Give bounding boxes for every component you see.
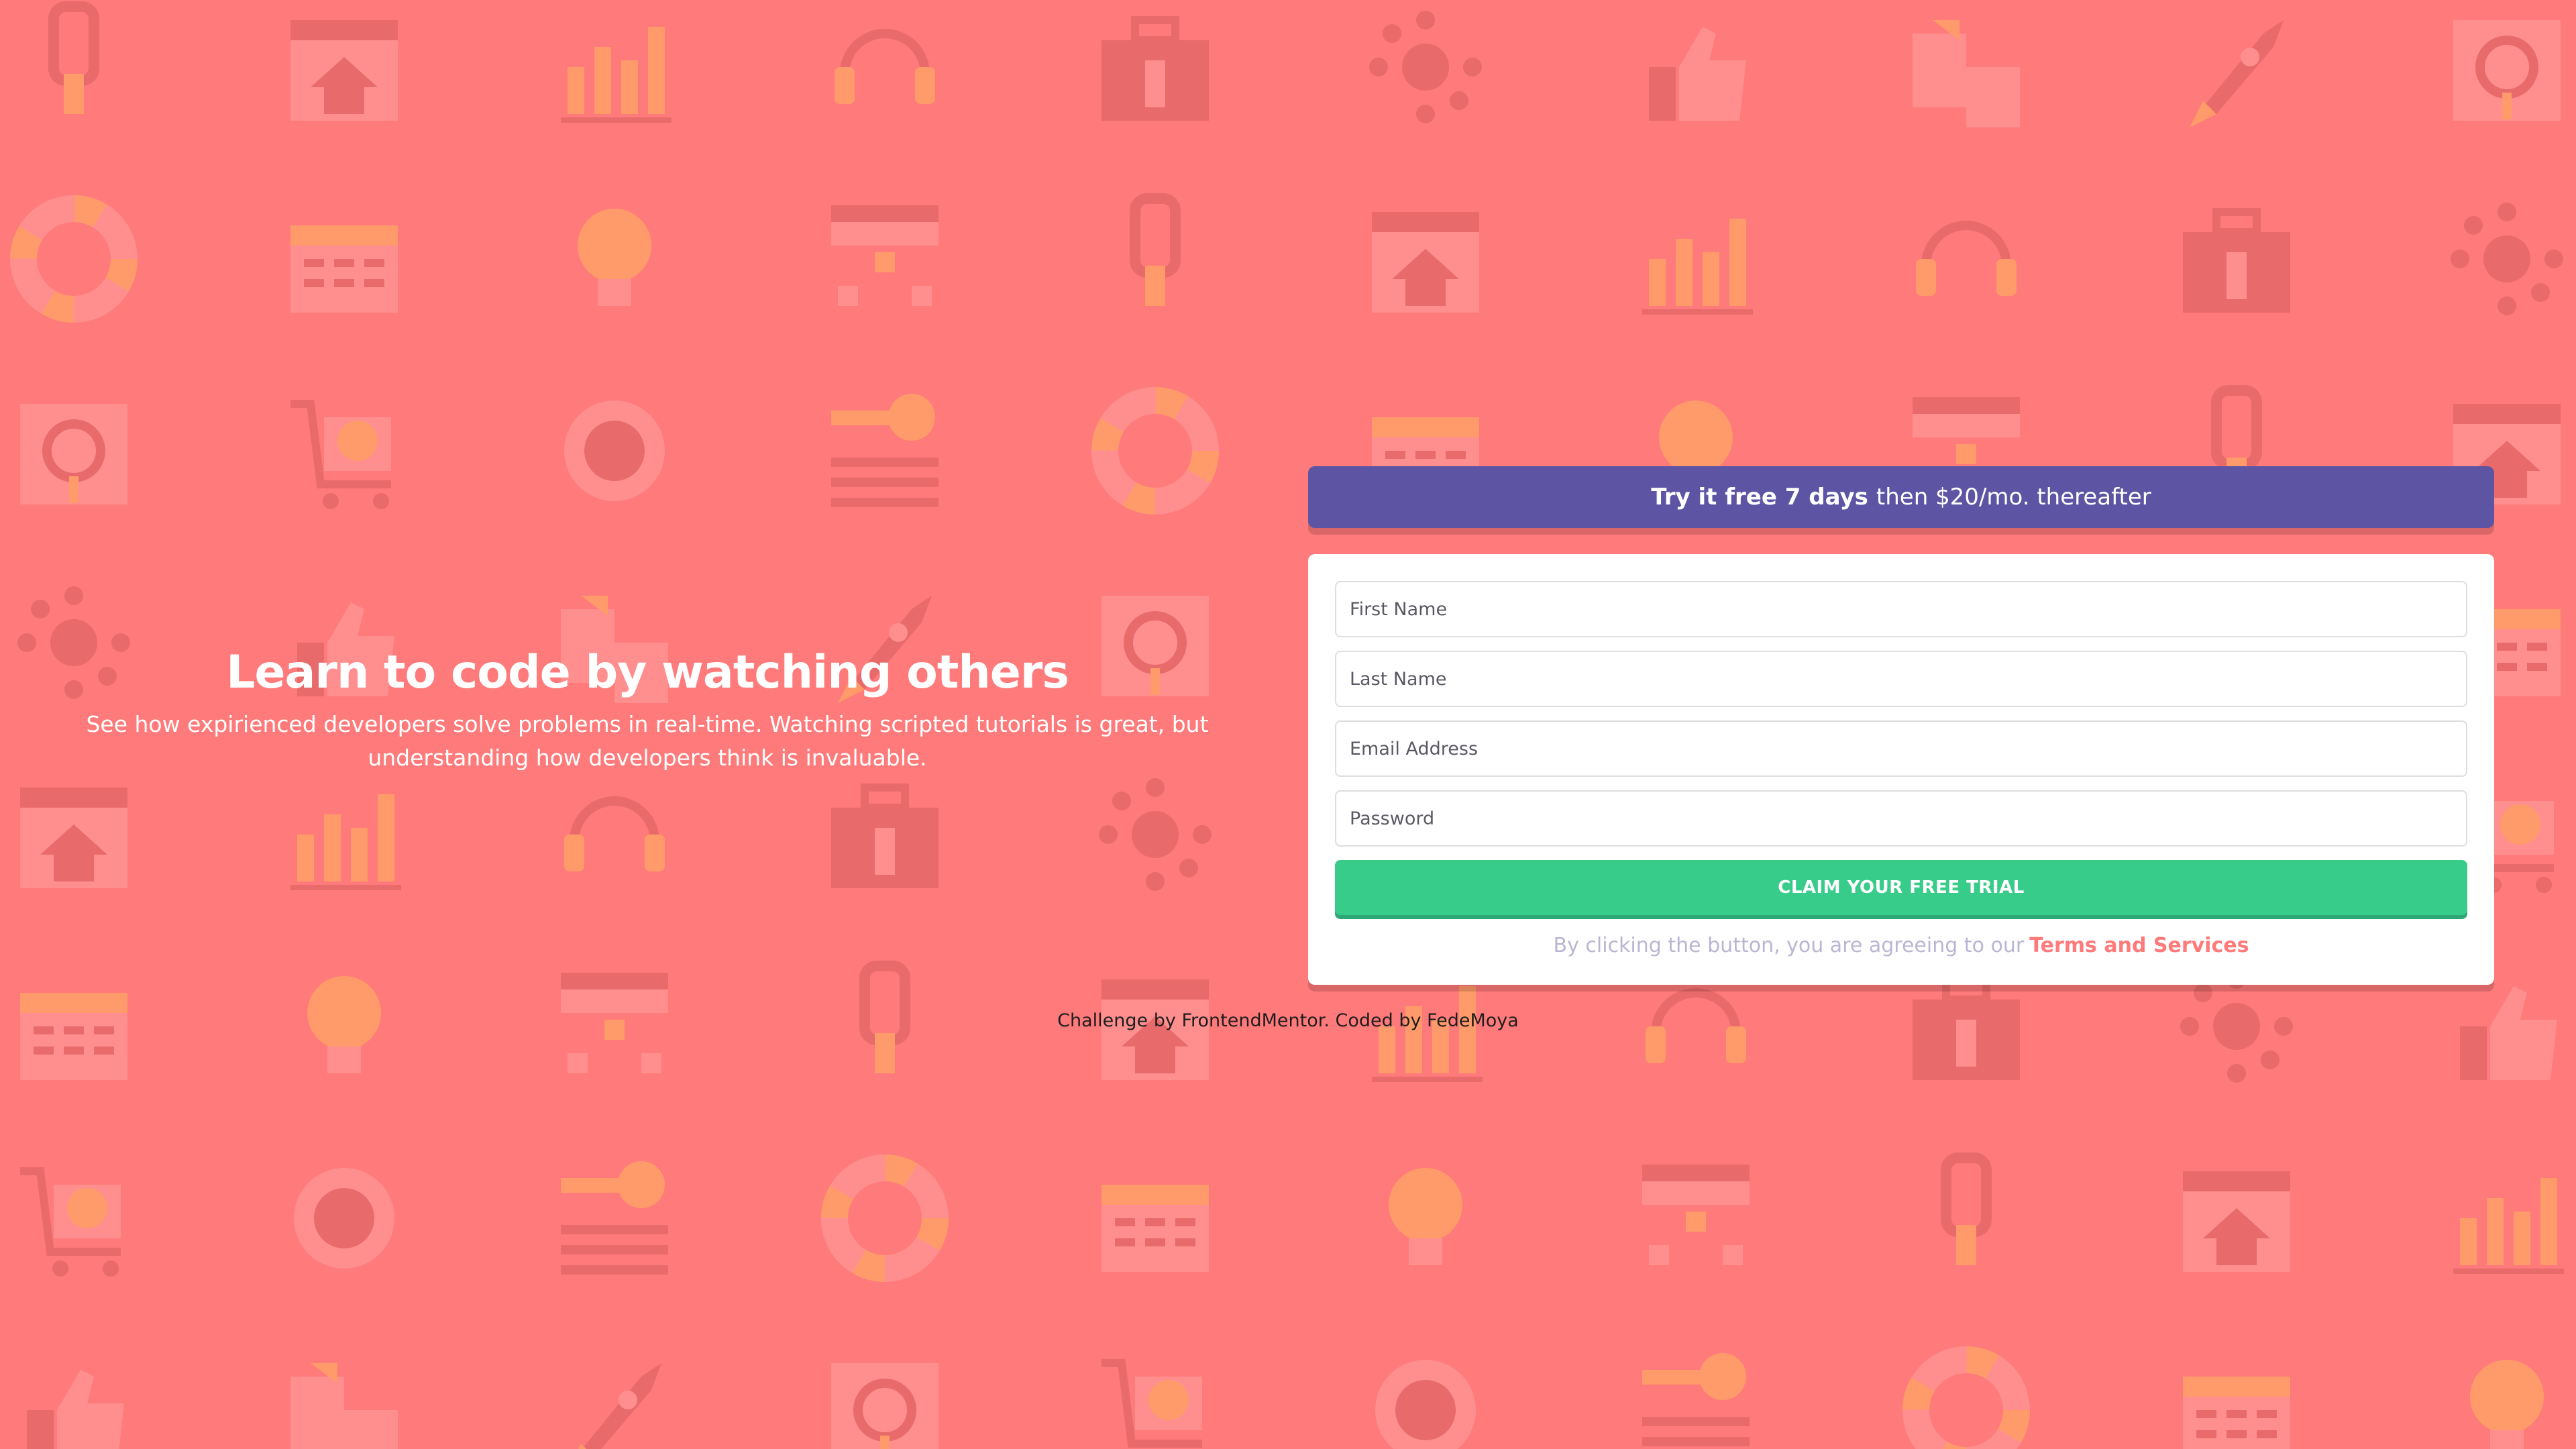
key-icon [541, 1144, 688, 1292]
browser-home-icon [1352, 185, 1499, 333]
plug-icon [0, 0, 148, 141]
network-icon [1081, 761, 1229, 908]
key-icon [811, 377, 959, 525]
browser-home-icon [0, 761, 148, 908]
attribution-footer: Challenge by FrontendMentor. Coded by Fe… [1057, 1010, 1519, 1031]
hero-section: Learn to code by watching others See how… [80, 644, 1214, 775]
cart-icon [270, 377, 418, 525]
network-icon [2433, 185, 2576, 333]
key-icon [1622, 1336, 1770, 1449]
lifebuoy-icon [0, 185, 148, 333]
terms-notice: By clicking the button, you are agreeing… [1335, 934, 2467, 957]
thumbs-up-icon [1622, 0, 1770, 141]
browser-home-icon [270, 0, 418, 141]
bar-chart-icon [541, 0, 688, 141]
calendar-icon [270, 185, 418, 333]
toolbox-icon [1081, 0, 1229, 141]
signup-form: CLAIM YOUR FREE TRIAL By clicking the bu… [1308, 554, 2494, 985]
rocket-icon [541, 1336, 688, 1449]
terms-link[interactable]: Terms and Services [2029, 934, 2249, 957]
rocket-icon [2163, 0, 2310, 141]
hero-title: Learn to code by watching others [226, 646, 1069, 699]
documents-icon [1892, 0, 2040, 141]
network-icon [1352, 0, 1499, 141]
claim-trial-button[interactable]: CLAIM YOUR FREE TRIAL [1335, 860, 2467, 915]
lightbulb-icon [2433, 1336, 2576, 1449]
calendar-icon [1081, 1144, 1229, 1292]
terms-text: By clicking the button, you are agreeing… [1553, 934, 2025, 957]
bar-chart-icon [1622, 185, 1770, 333]
password-input[interactable] [1335, 790, 2467, 847]
calendar-icon [2163, 1336, 2310, 1449]
globe-gear-icon [1352, 1336, 1499, 1449]
trial-banner: Try it free 7 days then $20/mo. thereaft… [1308, 466, 2494, 528]
hero-description: See how expirienced developers solve pro… [86, 711, 1209, 771]
lightbulb-icon [541, 185, 688, 333]
headset-icon [1892, 185, 2040, 333]
magnifier-icon [811, 1336, 959, 1449]
magnifier-icon [2433, 0, 2576, 141]
first-name-input[interactable] [1335, 581, 2467, 637]
headset-icon [541, 761, 688, 908]
cart-icon [1081, 1336, 1229, 1449]
plug-icon [1892, 1144, 2040, 1292]
globe-gear-icon [270, 1144, 418, 1292]
lifebuoy-icon [811, 1144, 959, 1292]
lightbulb-icon [1352, 1144, 1499, 1292]
toolbox-icon [811, 761, 959, 908]
thumbs-up-icon [0, 1336, 148, 1449]
globe-gear-icon [541, 377, 688, 525]
lifebuoy-icon [1081, 377, 1229, 525]
toolbox-icon [2163, 185, 2310, 333]
cart-icon [0, 1144, 148, 1292]
bar-chart-icon [2433, 1144, 2576, 1292]
plug-icon [1081, 185, 1229, 333]
last-name-input[interactable] [1335, 651, 2467, 707]
headset-icon [811, 0, 959, 141]
bar-chart-icon [270, 761, 418, 908]
browser-home-icon [2163, 1144, 2310, 1292]
lifebuoy-icon [1892, 1336, 2040, 1449]
sitemap-icon [1622, 1144, 1770, 1292]
sitemap-icon [811, 185, 959, 333]
trial-banner-bold: Try it free 7 days [1651, 484, 1868, 511]
email-input[interactable] [1335, 720, 2467, 777]
magnifier-icon [0, 377, 148, 525]
documents-icon [270, 1336, 418, 1449]
trial-banner-rest: then $20/mo. thereafter [1876, 484, 2151, 511]
